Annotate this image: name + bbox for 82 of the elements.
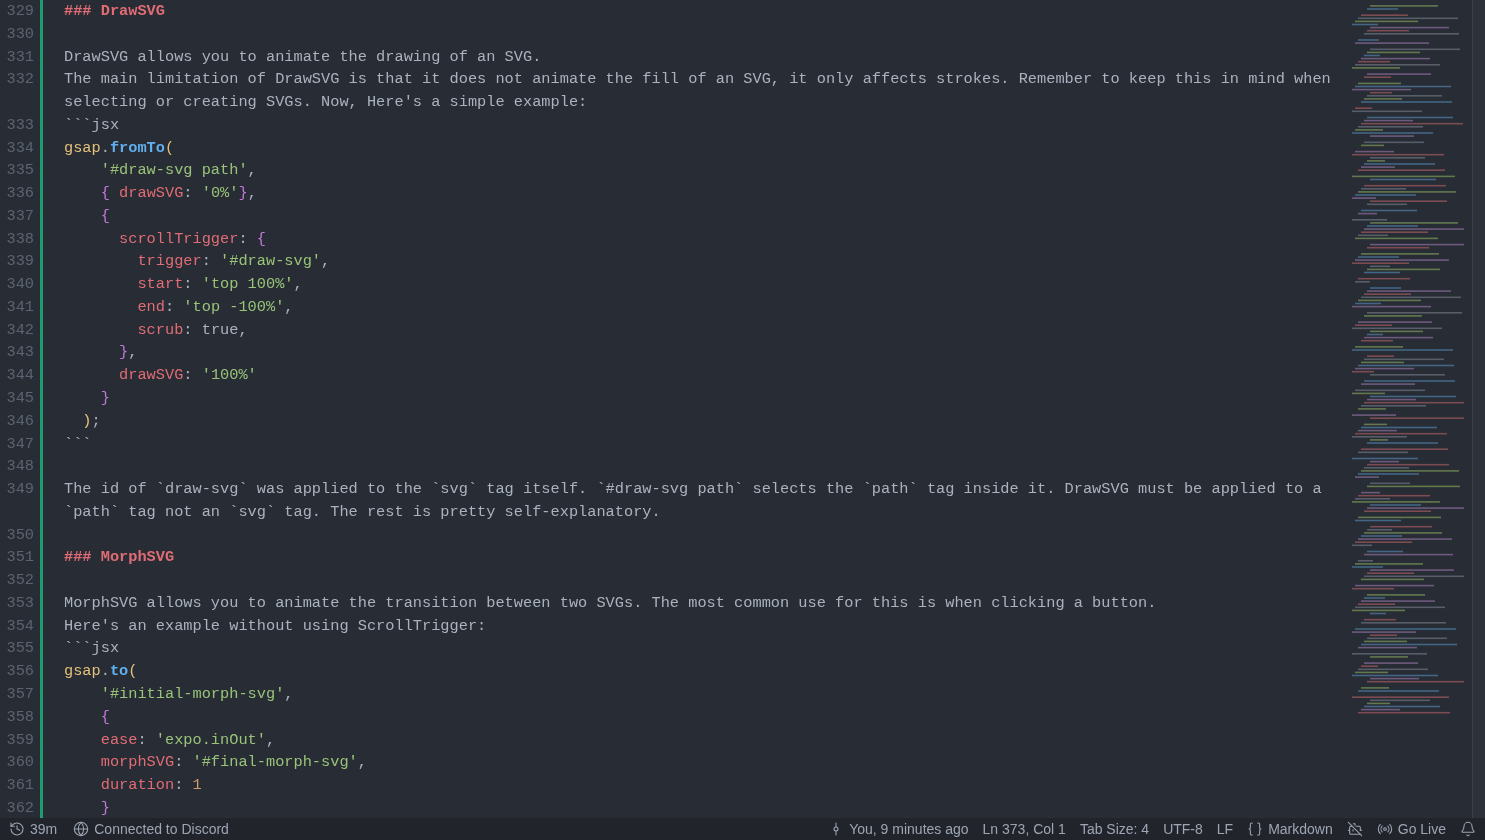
code-line: selecting or creating SVGs. Now, Here's a simple example: xyxy=(64,92,589,114)
code-line: { xyxy=(99,205,111,227)
code-line: gsap.fromTo( xyxy=(64,137,176,159)
line-number: 341 xyxy=(5,296,34,318)
code-line: '#draw-svg path', xyxy=(99,160,258,182)
code-line: start: 'top 100%', xyxy=(136,274,304,296)
code-line: DrawSVG allows you to animate the drawing of an SVG. xyxy=(64,46,543,68)
code-line: trigger: '#draw-svg', xyxy=(136,251,332,273)
code-line: drawSVG: '100%' xyxy=(118,365,258,387)
code-line: morphSVG: '#final-morph-svg', xyxy=(99,752,368,774)
code-line: end: 'top -100%', xyxy=(136,296,295,318)
line-number: 362 xyxy=(5,797,34,818)
line-number: 355 xyxy=(5,638,34,660)
line-number: 356 xyxy=(5,661,34,683)
line-number: 332 xyxy=(5,69,34,91)
scrollbar[interactable] xyxy=(1472,0,1485,818)
code-line: The main limitation of DrawSVG is that it does not animate the fill of an SVG, it only affects strokes. Remember to keep this in mind when xyxy=(64,69,1332,91)
code-line: Here's an example without using ScrollTrigger: xyxy=(64,615,488,637)
line-number: 354 xyxy=(5,615,34,637)
line-number: 338 xyxy=(5,228,34,250)
code-line: { xyxy=(99,706,111,728)
code-line: ### DrawSVG xyxy=(64,1,166,22)
line-number: 358 xyxy=(5,706,34,728)
status-item[interactable]: LF xyxy=(1211,818,1239,840)
code-line: ease: 'expo.inOut', xyxy=(99,729,277,751)
line-number: 348 xyxy=(5,456,34,478)
code-line: } xyxy=(99,797,111,818)
code-line: ```jsx xyxy=(64,114,121,136)
line-number: 357 xyxy=(5,683,34,705)
braces-icon xyxy=(1247,821,1264,837)
history-icon xyxy=(9,821,25,837)
code-line: ### MorphSVG xyxy=(64,547,176,569)
line-number: 337 xyxy=(5,205,34,227)
code-line: ``` xyxy=(64,433,93,455)
code-line: duration: 1 xyxy=(99,775,203,797)
line-number: 335 xyxy=(5,160,34,182)
broadcast-icon xyxy=(1376,821,1393,837)
line-number: 349 xyxy=(5,479,34,501)
line-number: 330 xyxy=(5,23,34,45)
status-item[interactable]: UTF-8 xyxy=(1158,818,1208,840)
line-number: 336 xyxy=(5,183,34,205)
status-item[interactable]: Connected to Discord xyxy=(68,818,234,840)
status-item[interactable]: Ln 373, Col 1 xyxy=(977,818,1071,840)
line-number: 329 xyxy=(5,1,34,22)
line-number: 351 xyxy=(5,547,34,569)
line-number: 360 xyxy=(5,752,34,774)
status-item[interactable]: Markdown xyxy=(1242,818,1338,840)
code-line: `path` tag not an `svg` tag. The rest is pretty self-explanatory. xyxy=(64,501,662,523)
line-number: 350 xyxy=(5,524,34,546)
code-line: ); xyxy=(81,410,102,432)
code-line: ```jsx xyxy=(64,638,121,660)
line-number: 343 xyxy=(5,342,34,364)
line-number: 359 xyxy=(5,729,34,751)
code-line: gsap.to( xyxy=(64,661,139,683)
code-line: The id of `draw-svg` was applied to the `svg` tag itself. `#draw-svg path` selects the `path` tag inside it. DrawSVG must be applied to a xyxy=(64,479,1323,501)
robot-off-icon xyxy=(1346,821,1363,837)
line-number: 331 xyxy=(5,46,34,68)
code-line: }, xyxy=(118,342,139,364)
line-number: 340 xyxy=(5,274,34,296)
bell-icon xyxy=(1460,821,1476,837)
code-line: { drawSVG: '0%'}, xyxy=(99,183,258,205)
status-item[interactable]: You, 9 minutes ago xyxy=(823,818,974,840)
line-number: 339 xyxy=(5,251,34,273)
code-line: scrollTrigger: { xyxy=(118,228,267,250)
status-item[interactable]: Tab Size: 4 xyxy=(1074,818,1155,840)
line-number: 344 xyxy=(5,365,34,387)
line-number: 346 xyxy=(5,410,34,432)
line-number: 334 xyxy=(5,137,34,159)
line-number: 352 xyxy=(5,570,34,592)
line-number: 353 xyxy=(5,592,34,614)
line-number: 342 xyxy=(5,319,34,341)
code-line: scrub: true, xyxy=(136,319,249,341)
status-item[interactable]: Go Live xyxy=(1371,818,1451,840)
line-number: 345 xyxy=(5,388,34,409)
line-number: 347 xyxy=(5,433,34,455)
globe-icon xyxy=(73,821,90,837)
code-line: '#initial-morph-svg', xyxy=(99,683,295,705)
line-number: 361 xyxy=(5,775,34,797)
status-item[interactable]: 39m xyxy=(4,818,63,840)
line-number: 333 xyxy=(5,114,34,136)
code-line: MorphSVG allows you to animate the transition between two SVGs. The most common use for this is when clicking a button. xyxy=(64,592,1158,614)
code-line: } xyxy=(99,388,111,409)
